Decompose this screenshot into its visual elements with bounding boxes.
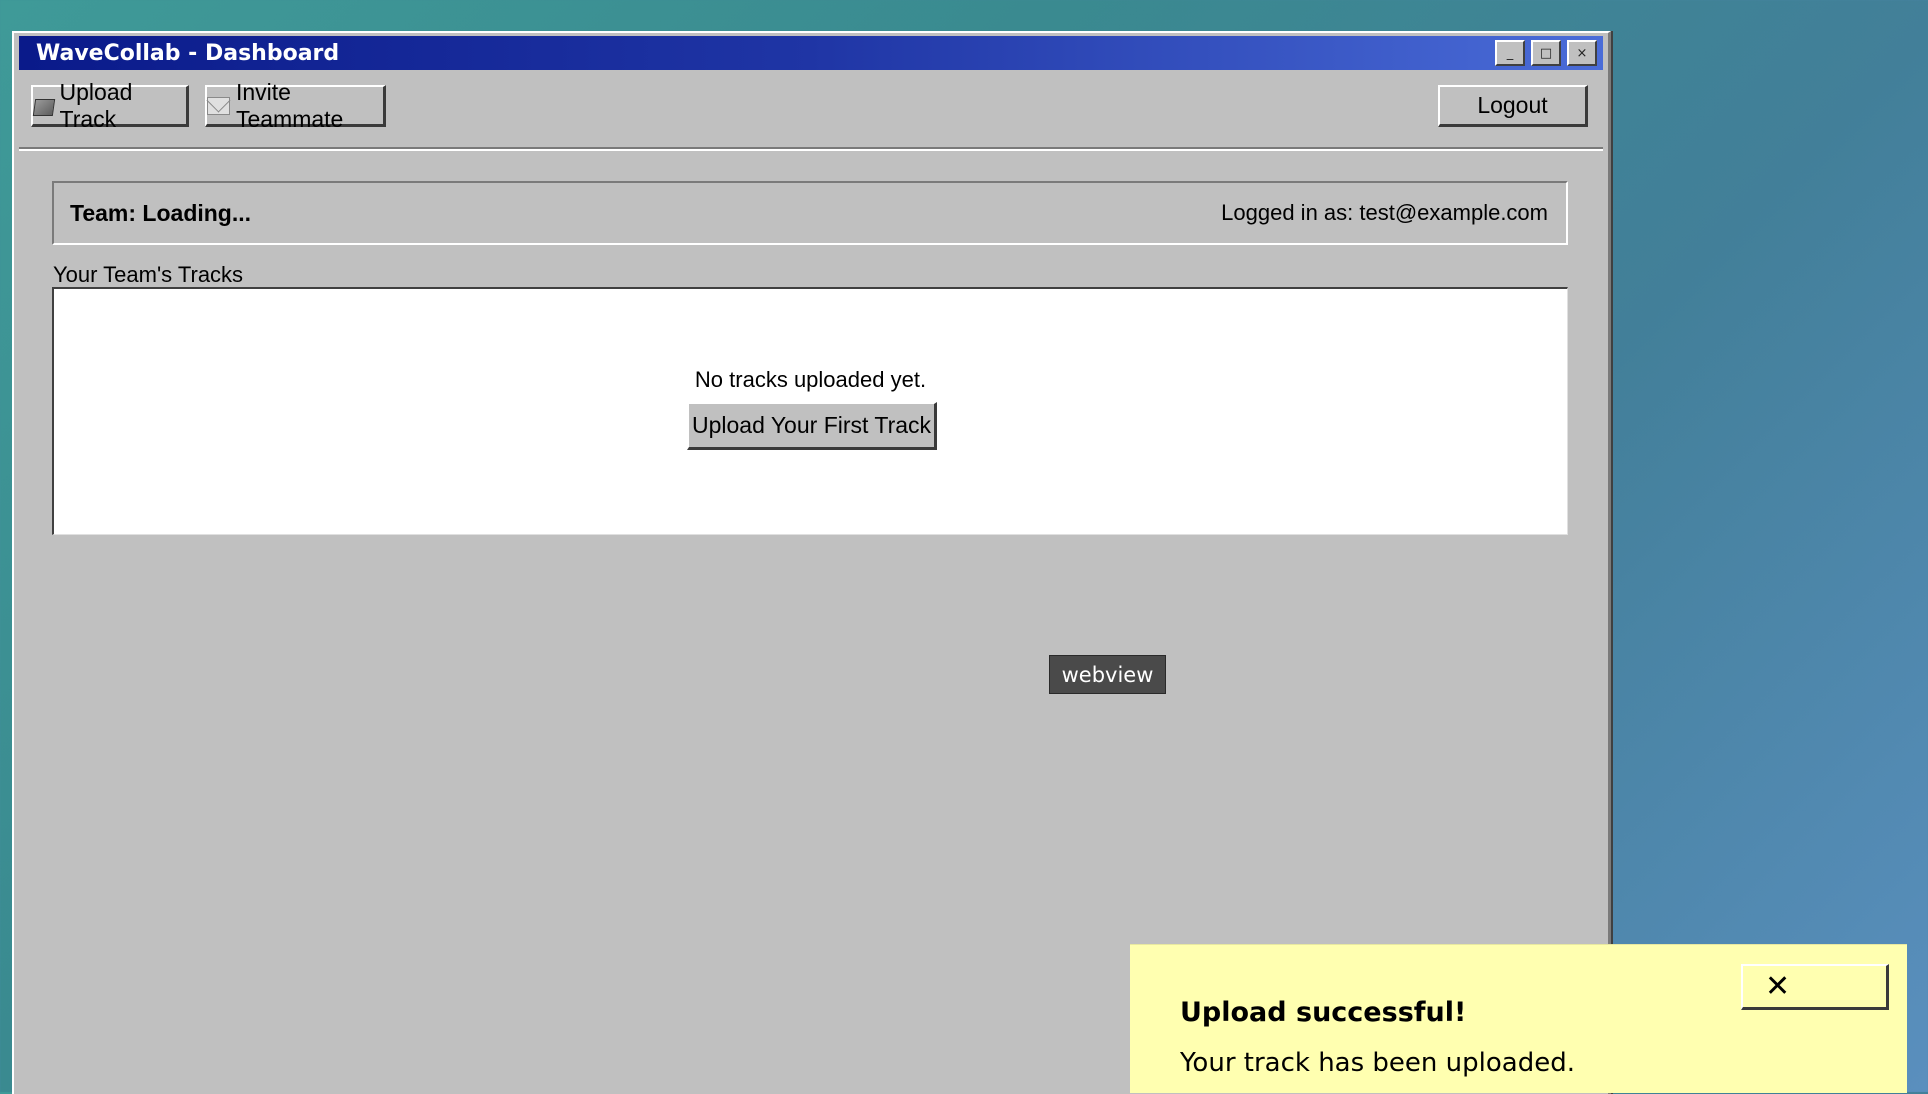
upload-track-label: Upload Track (59, 78, 133, 132)
minimize-button[interactable]: _ (1495, 40, 1525, 66)
upload-first-track-button[interactable]: Upload Your First Track (687, 402, 937, 450)
logout-button[interactable]: Logout (1438, 85, 1588, 127)
toast-close-button[interactable]: ✕ (1741, 964, 1889, 1010)
invite-teammate-label: Invite Teammate (235, 78, 344, 132)
toast-message: Your track has been uploaded. (1180, 1048, 1575, 1078)
title-bar[interactable]: WaveCollab - Dashboard _ □ × (19, 36, 1603, 70)
toast-title: Upload successful! (1180, 997, 1467, 1028)
upload-success-toast: ✕ Upload successful! Your track has been… (1130, 944, 1907, 1093)
folder-icon (33, 97, 54, 115)
tracks-list: No tracks uploaded yet. Upload Your Firs… (52, 287, 1568, 535)
close-icon: ✕ (1765, 969, 1791, 1004)
team-info-panel: Team: Loading... Logged in as: test@exam… (52, 181, 1568, 245)
app-window: WaveCollab - Dashboard _ □ × Upload Trac… (12, 31, 1611, 1094)
invite-teammate-button[interactable]: Invite Teammate (205, 79, 386, 132)
tracks-section-label: Your Team's Tracks (53, 262, 244, 287)
window-title: WaveCollab - Dashboard (36, 40, 340, 66)
empty-tracks-message: No tracks uploaded yet. (694, 367, 927, 392)
team-name: Team: Loading... (70, 199, 252, 226)
webview-tooltip: webview (1049, 655, 1166, 694)
window-controls: _ □ × (1495, 40, 1597, 66)
logged-in-user: Logged in as: test@example.com (1221, 200, 1548, 225)
upload-track-button[interactable]: Upload Track (31, 79, 189, 132)
toolbar: Upload Track Invite Teammate Logout (19, 75, 1603, 151)
maximize-button[interactable]: □ (1531, 40, 1561, 66)
close-button[interactable]: × (1567, 40, 1597, 66)
mail-icon (207, 96, 230, 115)
